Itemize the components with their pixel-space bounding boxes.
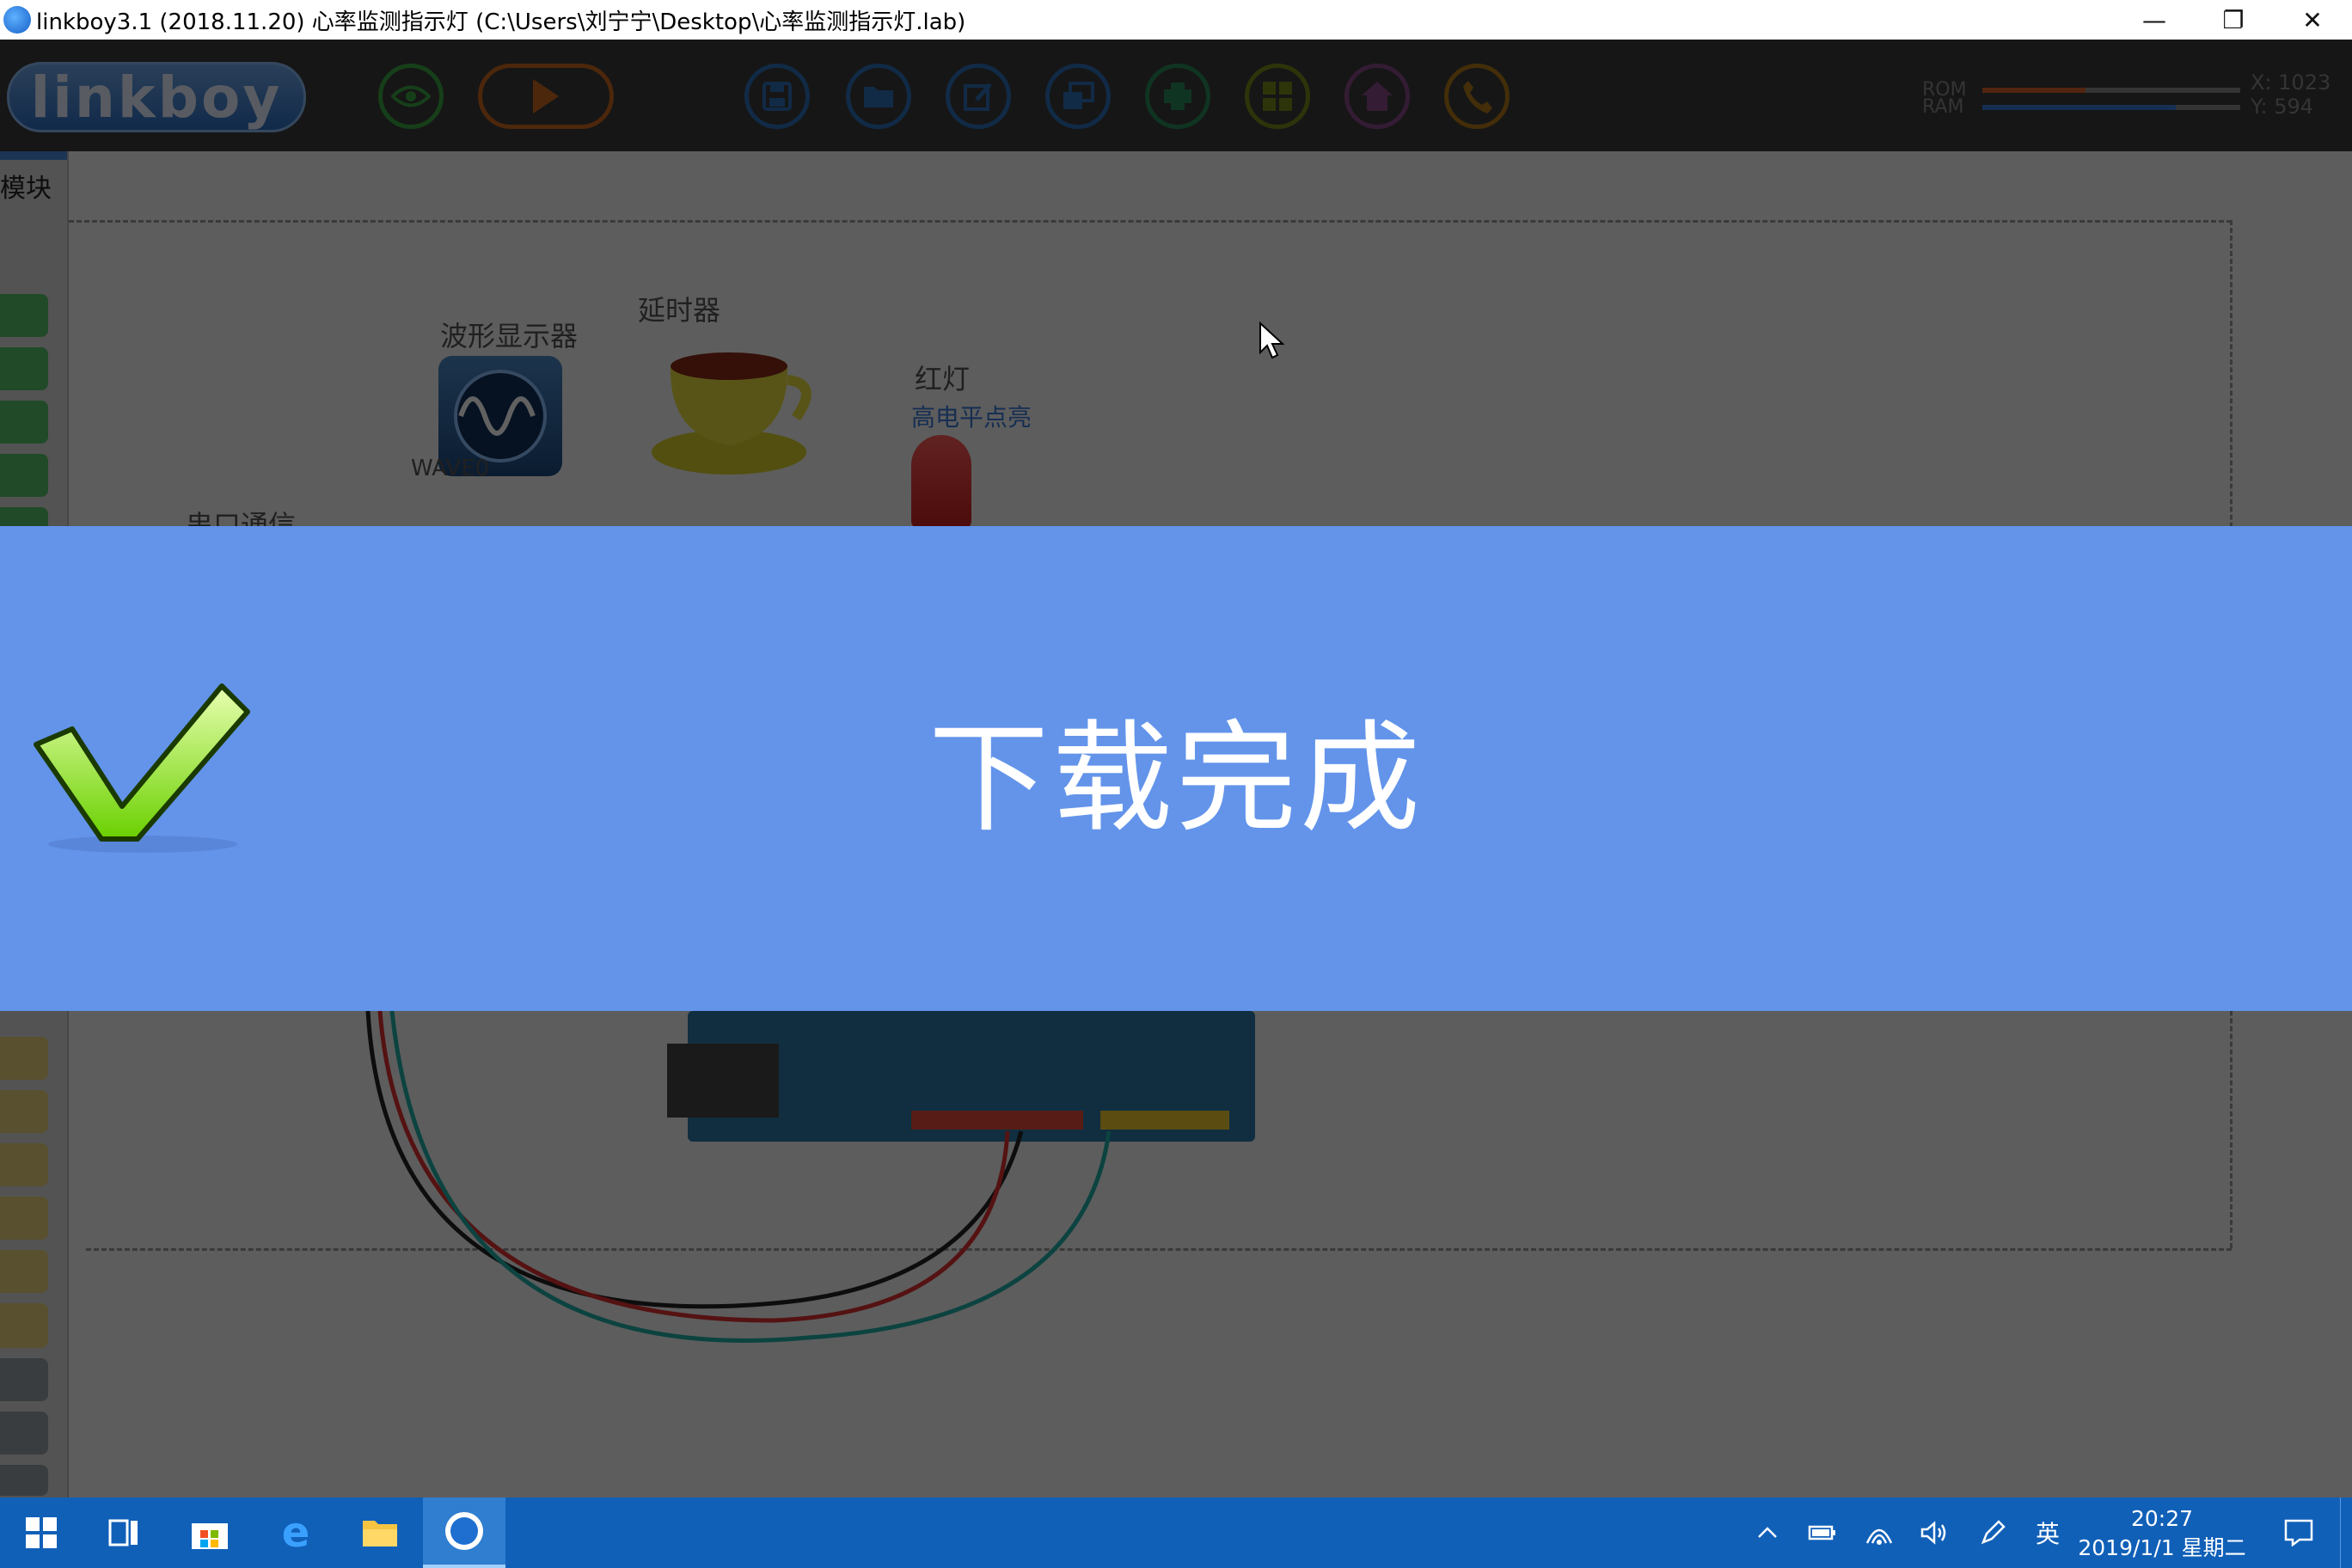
restore-button[interactable]: ❐ (2194, 0, 2273, 40)
rom-usage-bar (1982, 88, 2240, 93)
linkboy-app-icon (445, 1512, 483, 1550)
module-category-swatch[interactable] (0, 1037, 48, 1080)
speaker-icon (1920, 1521, 1946, 1545)
input-method-indicator[interactable]: 英 (2029, 1498, 2067, 1568)
pen-button[interactable] (1974, 1498, 2012, 1568)
module-category-swatch[interactable] (0, 1197, 48, 1240)
ram-usage-bar (1982, 105, 2240, 110)
app-icon (3, 6, 31, 34)
edge-browser-button[interactable]: e (254, 1498, 337, 1568)
store-icon (192, 1523, 228, 1549)
ram-label: RAM (1922, 96, 1964, 118)
wifi-icon (1865, 1528, 1893, 1545)
show-desktop-button[interactable] (2340, 1498, 2352, 1568)
store-button[interactable] (168, 1498, 251, 1568)
module-category-swatch[interactable] (0, 1250, 48, 1293)
edge-icon: e (281, 1509, 310, 1557)
run-icon[interactable] (478, 64, 614, 129)
minimize-button[interactable]: — (2115, 0, 2194, 40)
action-center-button[interactable] (2275, 1498, 2323, 1568)
module-category-swatch[interactable] (0, 1143, 48, 1186)
file-explorer-button[interactable] (339, 1498, 421, 1568)
windows-taskbar: e 英 20:27 2019/1/1 星期二 (0, 1498, 2352, 1568)
download-complete-banner: 下载完成 (0, 526, 2352, 1011)
pen-icon (1981, 1520, 2006, 1545)
mouse-cursor-icon (1259, 322, 1284, 359)
open-folder-icon[interactable] (846, 64, 911, 129)
y-coordinate-readout: Y: 594 (2251, 95, 2313, 119)
puzzle-icon[interactable] (1145, 64, 1210, 129)
eye-icon[interactable] (378, 64, 444, 129)
close-button[interactable]: ✕ (2273, 0, 2352, 40)
module-category-swatch[interactable] (0, 1358, 48, 1401)
clock-time: 20:27 (2130, 1506, 2194, 1531)
grid-icon[interactable] (1245, 64, 1310, 129)
chevron-up-icon (1758, 1527, 1777, 1538)
palette-accent (0, 151, 67, 160)
linkboy-taskbar-button[interactable] (423, 1498, 505, 1568)
window-icon[interactable] (1045, 64, 1111, 129)
linkboy-logo: linkboy (7, 62, 306, 132)
clock-date: 2019/1/1 星期二 (2078, 1535, 2246, 1560)
show-hidden-icons-button[interactable] (1750, 1498, 1785, 1568)
battery-button[interactable] (1804, 1498, 1841, 1568)
toolbar: linkboy ROM RAM X: 1023 Y: 594 (0, 40, 2352, 151)
module-category-swatch[interactable] (0, 294, 48, 337)
window-title: linkboy3.1 (2018.11.20) 心率监测指示灯 (C:\User… (36, 9, 966, 35)
volume-button[interactable] (1915, 1498, 1953, 1568)
module-category-swatch[interactable] (0, 1412, 48, 1455)
task-view-icon (108, 1519, 138, 1547)
phone-icon[interactable] (1444, 64, 1510, 129)
save-icon[interactable] (744, 64, 810, 129)
module-category-swatch[interactable] (0, 1305, 48, 1348)
task-view-button[interactable] (83, 1498, 165, 1568)
folder-icon (363, 1521, 397, 1547)
notification-icon (2284, 1519, 2313, 1547)
module-category-swatch[interactable] (0, 1090, 48, 1133)
banner-message: 下载完成 (928, 709, 1424, 849)
edit-icon[interactable] (946, 64, 1011, 129)
network-button[interactable] (1860, 1498, 1898, 1568)
title-bar: linkboy3.1 (2018.11.20) 心率监测指示灯 (C:\User… (0, 0, 2352, 40)
home-icon[interactable] (1344, 64, 1410, 129)
module-category-swatch[interactable] (0, 401, 48, 444)
module-category-swatch[interactable] (0, 454, 48, 497)
module-category-swatch[interactable] (0, 1465, 48, 1496)
module-category-swatch[interactable] (0, 347, 48, 390)
start-button[interactable] (0, 1498, 83, 1568)
battery-icon (1808, 1525, 1835, 1540)
windows-logo-icon (26, 1517, 57, 1548)
module-tab[interactable]: 模块 (0, 167, 52, 205)
clock[interactable]: 20:27 2019/1/1 星期二 (2063, 1504, 2261, 1563)
x-coordinate-readout: X: 1023 (2251, 70, 2331, 95)
